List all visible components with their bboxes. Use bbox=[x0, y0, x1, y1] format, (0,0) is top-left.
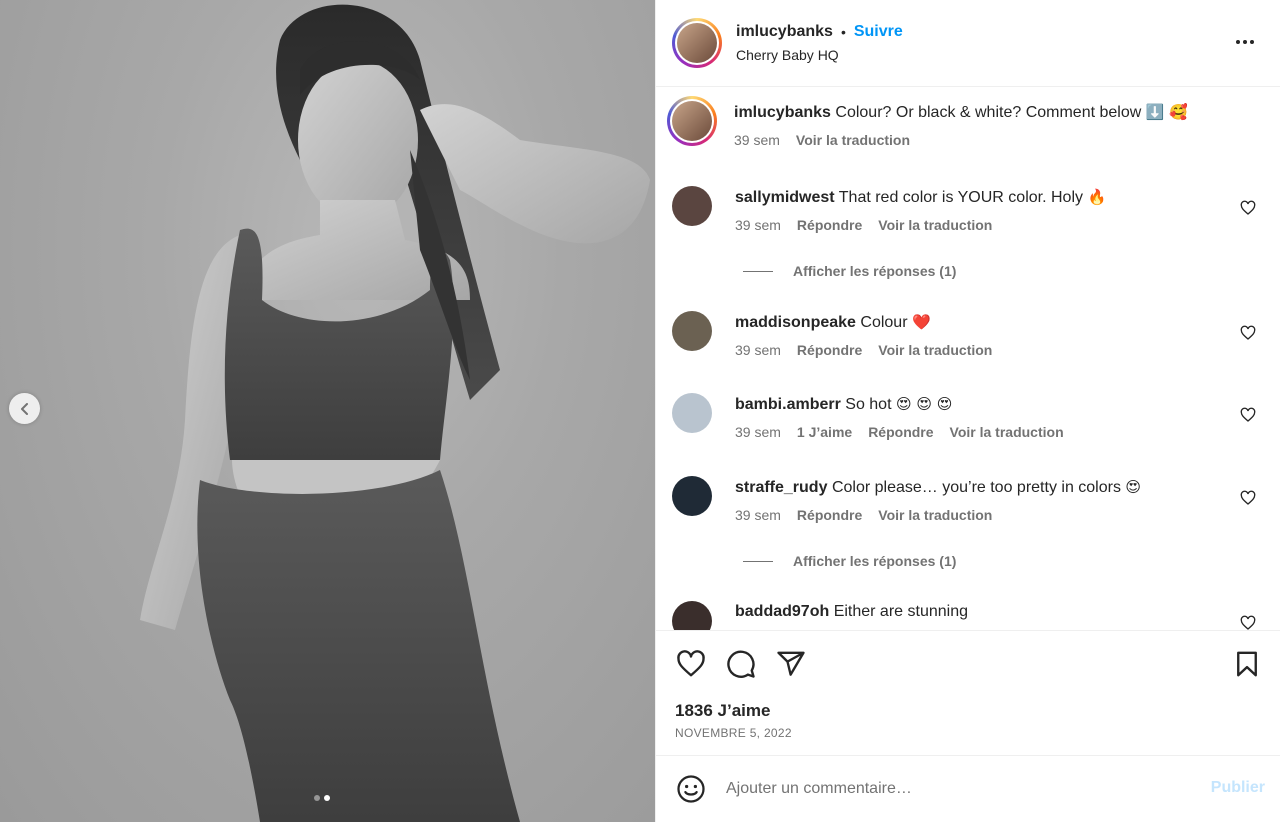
comment-time[interactable]: 39 sem bbox=[735, 424, 781, 440]
caption-translate-button[interactable]: Voir la traduction bbox=[796, 132, 910, 148]
post-viewer: imlucybanks • Suivre Cherry Baby HQ imlu… bbox=[0, 0, 1280, 822]
comment-emoji: 😍 bbox=[1125, 478, 1142, 496]
comment-text: Either are stunning bbox=[833, 603, 968, 620]
comments-list[interactable]: imlucybanks Colour? Or black & white? Co… bbox=[656, 88, 1280, 630]
carousel-dot bbox=[314, 795, 320, 801]
comment-item: sallymidwest That red color is YOUR colo… bbox=[672, 186, 1272, 233]
comment-text: So hot bbox=[845, 396, 892, 413]
view-replies-label: Afficher les réponses (1) bbox=[793, 553, 957, 569]
post-caption: imlucybanks Colour? Or black & white? Co… bbox=[667, 96, 1272, 148]
comment-like-icon[interactable] bbox=[1240, 615, 1256, 630]
likes-count[interactable]: 1836 J’aime bbox=[675, 701, 770, 721]
heart-icon[interactable] bbox=[676, 649, 706, 679]
comment-input[interactable] bbox=[726, 777, 1186, 801]
post-header: imlucybanks • Suivre Cherry Baby HQ bbox=[656, 0, 1280, 87]
view-replies-button[interactable]: Afficher les réponses (1) bbox=[743, 553, 956, 569]
comment-time[interactable]: 39 sem bbox=[735, 342, 781, 358]
caption-username[interactable]: imlucybanks bbox=[734, 104, 831, 121]
more-horizontal-icon bbox=[1236, 40, 1254, 44]
comment-text: Color please… you’re too pretty in color… bbox=[831, 479, 1121, 496]
comment-time[interactable]: 39 sem bbox=[735, 217, 781, 233]
carousel-indicator bbox=[314, 795, 330, 801]
caption-text: Colour? Or black & white? Comment below bbox=[835, 104, 1142, 121]
replies-divider bbox=[743, 270, 773, 272]
caption-emoji: ⬇️ 🥰 bbox=[1145, 103, 1188, 121]
commenter-avatar[interactable] bbox=[672, 601, 712, 630]
view-replies-label: Afficher les réponses (1) bbox=[793, 263, 957, 279]
translate-button[interactable]: Voir la traduction bbox=[878, 342, 992, 358]
follow-button[interactable]: Suivre bbox=[854, 23, 903, 41]
comment-like-icon[interactable] bbox=[1240, 407, 1256, 423]
comment-username[interactable]: straffe_rudy bbox=[735, 479, 827, 496]
comment-time[interactable]: 39 sem bbox=[735, 507, 781, 523]
post-location[interactable]: Cherry Baby HQ bbox=[736, 47, 903, 63]
comment-like-icon[interactable] bbox=[1240, 200, 1256, 216]
comment-emoji: ❤️ bbox=[911, 313, 931, 331]
reply-button[interactable]: Répondre bbox=[797, 217, 862, 233]
comment-like-icon[interactable] bbox=[1240, 325, 1256, 341]
author-avatar[interactable] bbox=[672, 18, 722, 68]
comment-item: maddisonpeake Colour ❤️ 39 sem Répondre … bbox=[672, 311, 1272, 358]
chevron-left-icon bbox=[20, 402, 28, 415]
separator-dot: • bbox=[840, 24, 846, 40]
comment-item: bambi.amberr So hot 😍 😍 😍 39 sem 1 J’aim… bbox=[672, 393, 1272, 440]
carousel-prev-button[interactable] bbox=[9, 393, 40, 424]
comment-like-icon[interactable] bbox=[1240, 490, 1256, 506]
commenter-avatar[interactable] bbox=[672, 311, 712, 351]
comment-emoji: 😍 😍 😍 bbox=[895, 395, 953, 413]
reply-button[interactable]: Répondre bbox=[797, 507, 862, 523]
commenter-avatar[interactable] bbox=[672, 476, 712, 516]
translate-button[interactable]: Voir la traduction bbox=[950, 424, 1064, 440]
post-photo bbox=[140, 4, 650, 822]
publish-button[interactable]: Publier bbox=[1211, 779, 1265, 797]
translate-button[interactable]: Voir la traduction bbox=[878, 217, 992, 233]
post-actions: 1836 J’aime NOVEMBRE 5, 2022 bbox=[656, 630, 1280, 756]
reply-button[interactable]: Répondre bbox=[868, 424, 933, 440]
replies-divider bbox=[743, 560, 773, 562]
comment-composer: Publier bbox=[656, 757, 1280, 822]
share-icon[interactable] bbox=[776, 649, 806, 679]
caption-time[interactable]: 39 sem bbox=[734, 132, 780, 148]
caption-author-avatar[interactable] bbox=[667, 96, 717, 146]
comment-username[interactable]: sallymidwest bbox=[735, 189, 835, 206]
comment-emoji: 🔥 bbox=[1087, 188, 1107, 206]
comment-text: That red color is YOUR color. Holy bbox=[838, 189, 1083, 206]
commenter-avatar[interactable] bbox=[672, 186, 712, 226]
comment-username[interactable]: baddad97oh bbox=[735, 603, 829, 620]
view-replies-button[interactable]: Afficher les réponses (1) bbox=[743, 263, 956, 279]
post-date[interactable]: NOVEMBRE 5, 2022 bbox=[675, 726, 792, 740]
carousel-dot-active bbox=[324, 795, 330, 801]
comment-username[interactable]: bambi.amberr bbox=[735, 396, 841, 413]
reply-button[interactable]: Répondre bbox=[797, 342, 862, 358]
comment-icon[interactable] bbox=[726, 649, 756, 679]
comment-likes-count[interactable]: 1 J’aime bbox=[797, 424, 852, 440]
translate-button[interactable]: Voir la traduction bbox=[878, 507, 992, 523]
comment-username[interactable]: maddisonpeake bbox=[735, 314, 856, 331]
comment-text: Colour bbox=[860, 314, 908, 331]
post-sidebar: imlucybanks • Suivre Cherry Baby HQ imlu… bbox=[655, 0, 1280, 822]
author-username[interactable]: imlucybanks bbox=[736, 23, 833, 41]
more-options-button[interactable] bbox=[1233, 30, 1257, 54]
commenter-avatar[interactable] bbox=[672, 393, 712, 433]
comment-item: baddad97oh Either are stunning bbox=[672, 601, 1272, 630]
bookmark-icon[interactable] bbox=[1232, 649, 1262, 679]
comment-item: straffe_rudy Color please… you’re too pr… bbox=[672, 476, 1272, 523]
post-media[interactable] bbox=[0, 0, 655, 822]
emoji-picker-icon[interactable] bbox=[676, 774, 706, 804]
